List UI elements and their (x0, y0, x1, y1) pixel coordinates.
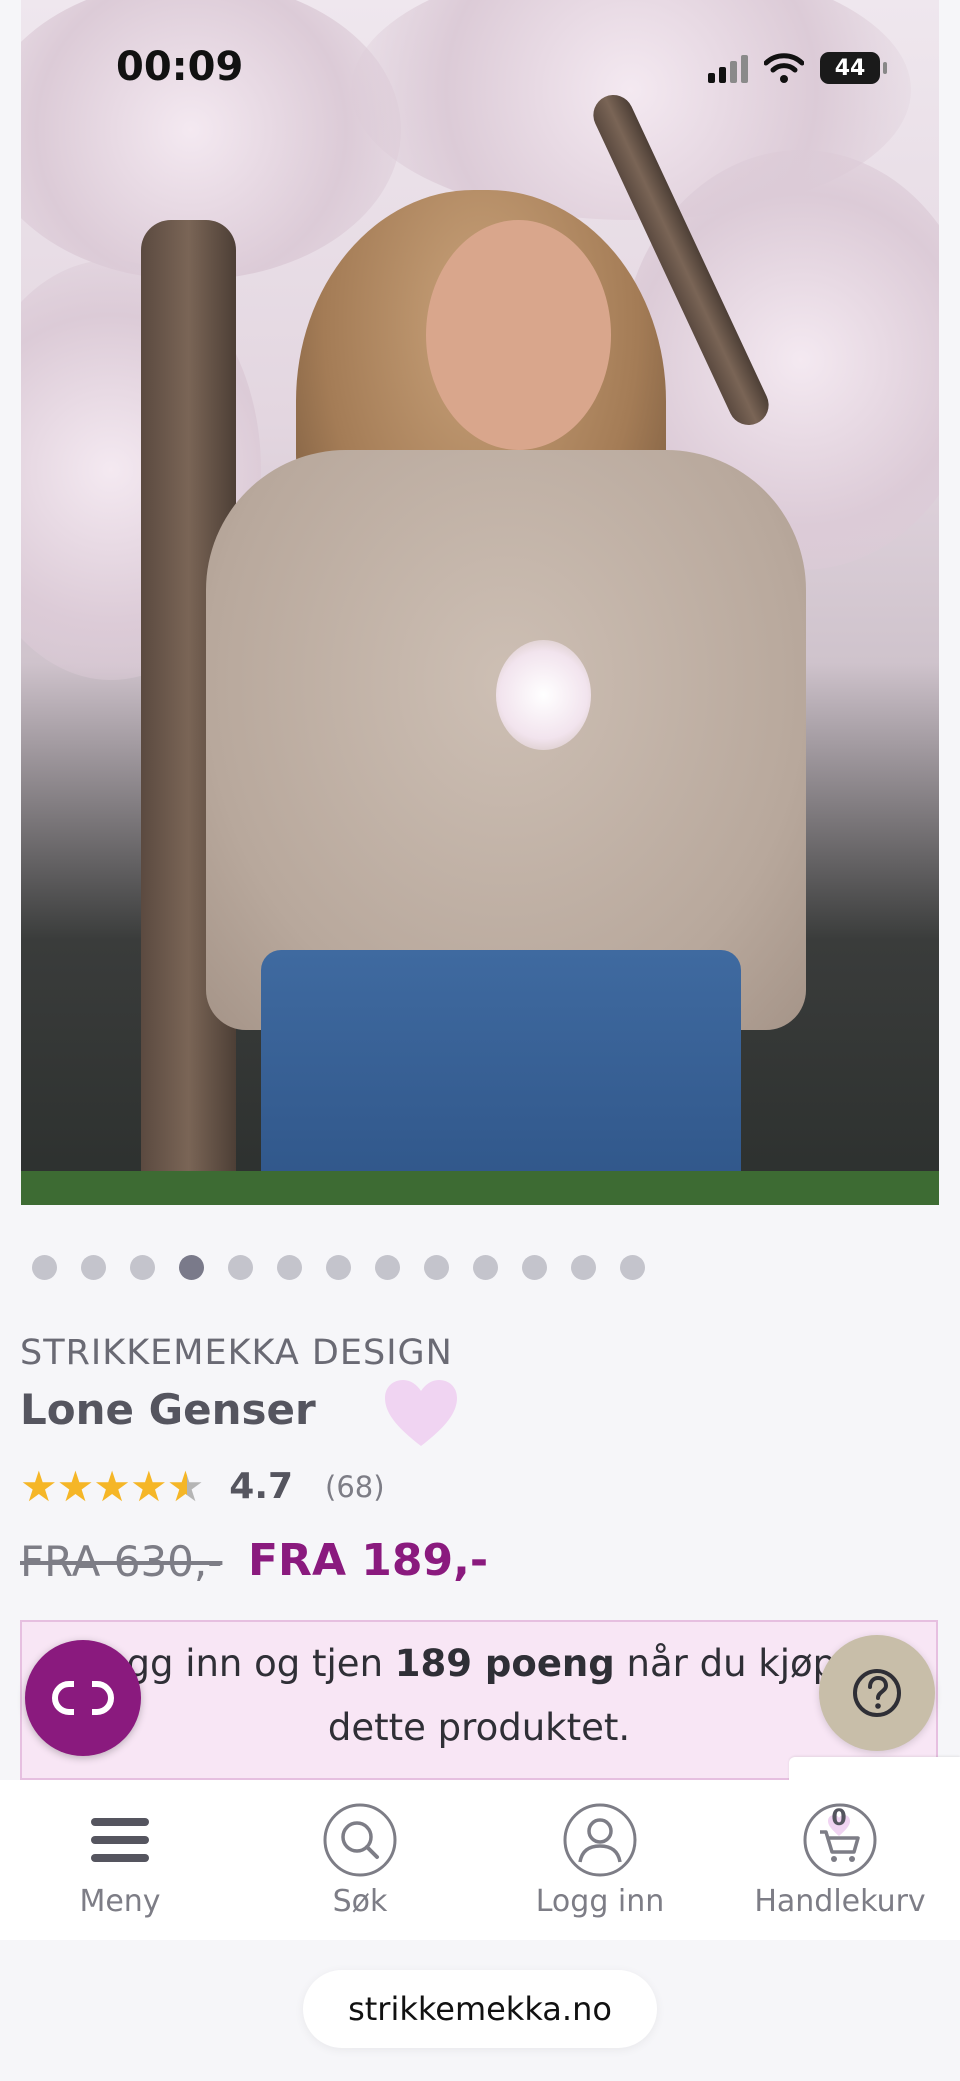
product-title: Lone Genser (20, 1385, 316, 1434)
carousel-dot[interactable] (326, 1255, 351, 1280)
nav-menu-label: Meny (79, 1884, 161, 1919)
battery-icon: 44 (820, 52, 887, 84)
carousel-dot-active[interactable] (179, 1255, 204, 1280)
price-sale: FRA 189,- (248, 1535, 489, 1586)
user-icon (562, 1802, 638, 1878)
carousel-dot[interactable] (81, 1255, 106, 1280)
cart-icon: 0 (802, 1802, 878, 1878)
carousel-dot[interactable] (277, 1255, 302, 1280)
carousel-dot[interactable] (620, 1255, 645, 1280)
product-image[interactable] (21, 0, 939, 1205)
carousel-dots[interactable] (32, 1255, 645, 1280)
carousel-dot[interactable] (375, 1255, 400, 1280)
loyalty-link-icon (52, 1681, 114, 1715)
cart-count-badge: 0 (831, 1805, 847, 1831)
browser-url-bar[interactable]: strikkemekka.no (303, 1970, 657, 2048)
wifi-icon (764, 53, 804, 83)
overlay-tab (789, 1757, 960, 1781)
bottom-navigation: Meny Søk Logg inn 0 Handlekurv (0, 1780, 960, 1940)
carousel-dot[interactable] (571, 1255, 596, 1280)
carousel-dot[interactable] (32, 1255, 57, 1280)
points-amount: 189 poeng (394, 1642, 615, 1685)
product-rating[interactable]: ★★★★★ 4.7 (68) (20, 1462, 385, 1511)
nav-menu[interactable]: Meny (0, 1780, 240, 1940)
rating-stars-icon: ★★★★★ (20, 1462, 204, 1511)
signal-icon (708, 53, 748, 83)
rating-value: 4.7 (229, 1466, 294, 1507)
carousel-dot[interactable] (473, 1255, 498, 1280)
product-brand[interactable]: STRIKKEMEKKA DESIGN (20, 1333, 453, 1373)
nav-search-label: Søk (332, 1884, 388, 1919)
loyalty-points-banner: Logg inn og tjen 189 poeng når du kjøper… (20, 1620, 938, 1780)
points-text-line2: dette produktet. (327, 1706, 631, 1749)
carousel-dot[interactable] (522, 1255, 547, 1280)
carousel-dot[interactable] (228, 1255, 253, 1280)
nav-cart-label: Handlekurv (754, 1884, 926, 1919)
loyalty-button[interactable] (25, 1640, 141, 1756)
nav-login[interactable]: Logg inn (480, 1780, 720, 1940)
search-icon (322, 1802, 398, 1878)
nav-search[interactable]: Søk (240, 1780, 480, 1940)
help-question-icon (853, 1669, 901, 1717)
rating-count: (68) (325, 1469, 385, 1504)
status-time: 00:09 (116, 44, 244, 90)
favorite-heart-icon[interactable] (383, 1378, 459, 1448)
price-original: FRA 630,- (20, 1537, 223, 1586)
nav-login-label: Logg inn (535, 1884, 665, 1919)
carousel-dot[interactable] (130, 1255, 155, 1280)
hamburger-icon (82, 1802, 158, 1878)
nav-cart[interactable]: 0 Handlekurv (720, 1780, 960, 1940)
help-button[interactable] (819, 1635, 935, 1751)
carousel-dot[interactable] (424, 1255, 449, 1280)
status-icons: 44 (708, 52, 887, 84)
